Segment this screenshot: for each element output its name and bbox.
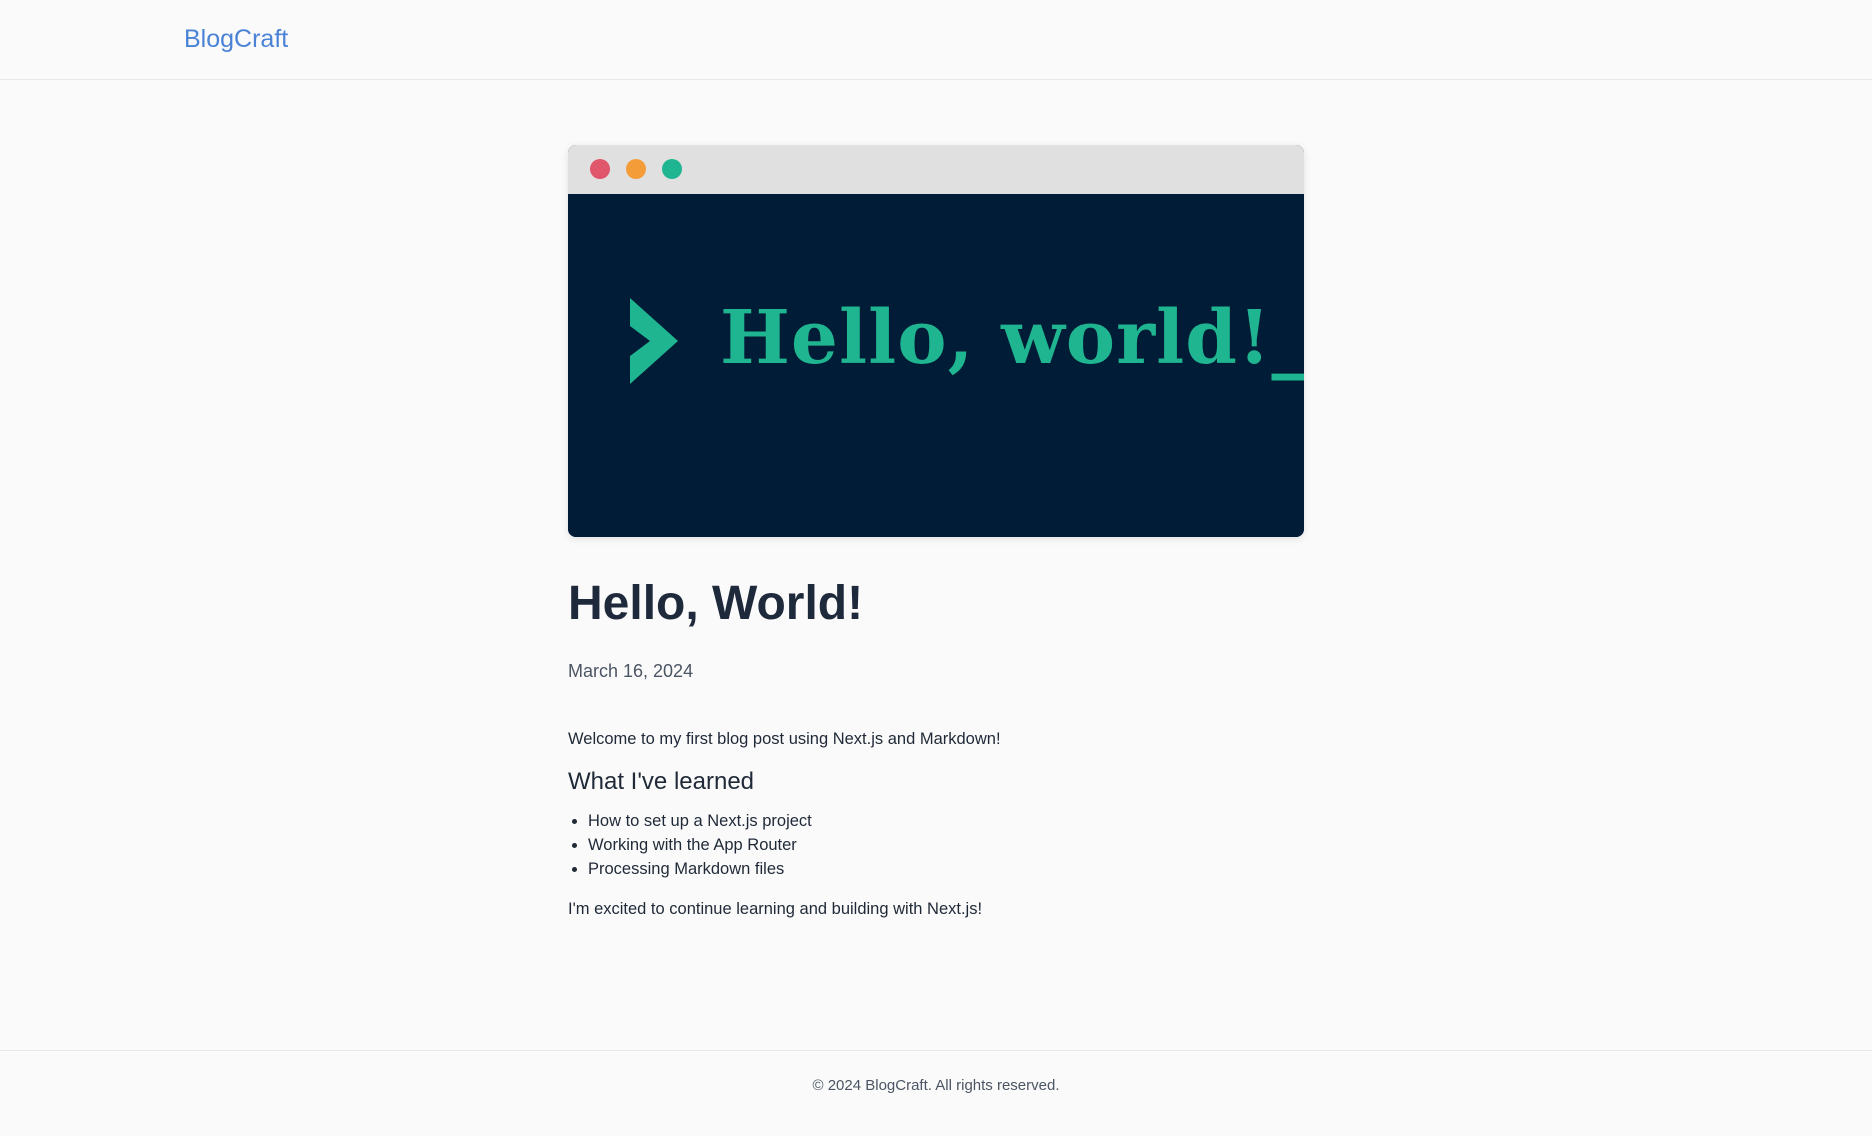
window-maximize-dot — [662, 159, 682, 179]
terminal-prompt-icon — [630, 298, 678, 384]
post-date: March 16, 2024 — [568, 661, 694, 681]
window-minimize-dot — [626, 159, 646, 179]
list-item: How to set up a Next.js project — [588, 809, 1304, 833]
copyright-text: © 2024 BlogCraft. All rights reserved. — [812, 1077, 1060, 1094]
post-intro: Welcome to my first blog post using Next… — [568, 730, 1001, 748]
section-heading: What I've learned — [568, 768, 755, 795]
post-closing: I'm excited to continue learning and bui… — [568, 900, 983, 918]
list-item: Working with the App Router — [588, 833, 1304, 857]
hero-terminal-screen: Hello, world!_ — [568, 194, 1304, 537]
hero-text: Hello, world!_ — [720, 295, 1304, 381]
learned-list: How to set up a Next.js project Working … — [568, 809, 1304, 881]
window-titlebar — [568, 145, 1304, 194]
brand-logo-link[interactable]: BlogCraft — [184, 22, 288, 56]
post-container: Hello, world!_ Hello, World! March 16, 2… — [568, 145, 1304, 921]
site-header: BlogCraft — [0, 0, 1872, 80]
window-close-dot — [590, 159, 610, 179]
site-footer: © 2024 BlogCraft. All rights reserved. — [0, 1050, 1872, 1136]
post-title: Hello, World! — [568, 577, 864, 630]
post-content: Welcome to my first blog post using Next… — [568, 727, 1304, 921]
hero-image: Hello, world!_ — [568, 145, 1304, 537]
list-item: Processing Markdown files — [588, 857, 1304, 881]
